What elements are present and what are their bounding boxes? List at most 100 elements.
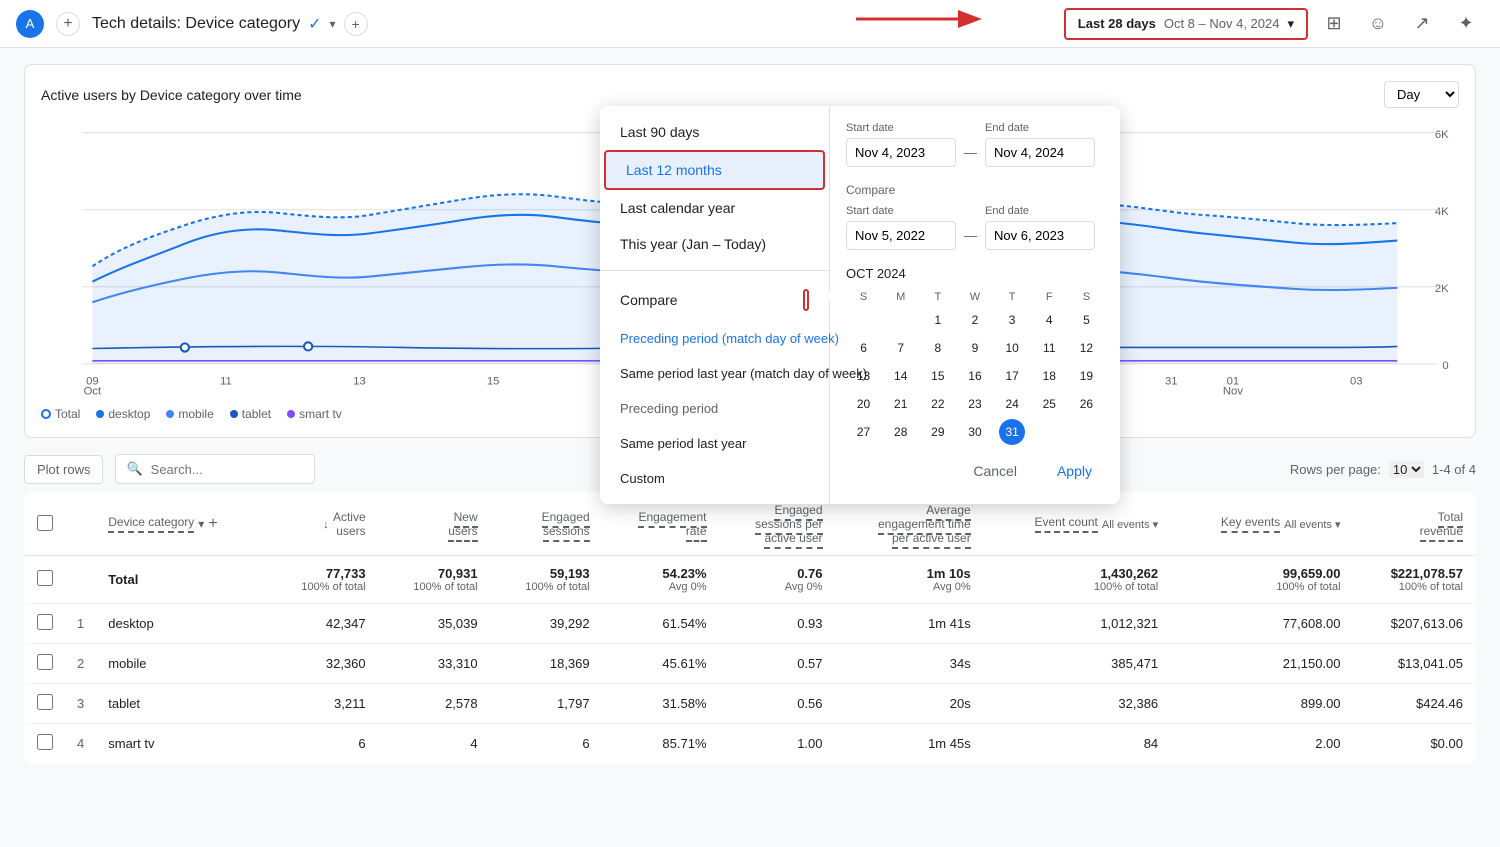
cal-day-21[interactable]: 21 (888, 391, 914, 417)
th-device-label: Device category (108, 515, 194, 533)
cal-header-sat: S (1069, 289, 1104, 305)
dropdown-compare-toggle[interactable]: Compare (600, 279, 829, 321)
r4-checkbox[interactable] (37, 734, 53, 750)
dropdown-this-year[interactable]: This year (Jan – Today) (600, 226, 829, 262)
dropdown-last-cal-year[interactable]: Last calendar year (600, 190, 829, 226)
r1-checkbox[interactable] (37, 614, 53, 630)
dropdown-same-period-match[interactable]: Same period last year (match day of week… (600, 356, 829, 391)
cal-day-26[interactable]: 26 (1073, 391, 1099, 417)
calendar-apply-button[interactable]: Apply (1045, 457, 1104, 485)
date-range-button[interactable]: Last 28 days Oct 8 – Nov 4, 2024 ▾ (1064, 8, 1308, 40)
page-title-text: Tech details: Device category (92, 15, 300, 33)
total-key-events-sub: 100% of total (1182, 581, 1340, 593)
th-device-dropdown-icon[interactable]: ▾ (198, 517, 204, 531)
plot-rows-button[interactable]: Plot rows (24, 455, 103, 484)
td-r2-avg: 34s (835, 644, 983, 684)
cal-day-7[interactable]: 7 (888, 335, 914, 361)
avatar: A (16, 10, 44, 38)
th-sort-icon[interactable]: ↓ (323, 517, 329, 531)
cal-day-11[interactable]: 11 (1036, 335, 1062, 361)
share-button[interactable]: ↗ (1404, 6, 1440, 42)
granularity-dropdown[interactable]: Day Week Month (1384, 81, 1459, 108)
calendar-cancel-button[interactable]: Cancel (961, 457, 1029, 485)
cal-day-20[interactable]: 20 (851, 391, 877, 417)
cal-day-3[interactable]: 3 (999, 307, 1025, 333)
chart-options-button[interactable]: ⊞ (1316, 6, 1352, 42)
dropdown-preceding-match[interactable]: Preceding period (match day of week) (600, 321, 829, 356)
compare-end-input[interactable] (985, 221, 1095, 250)
compare-start-input[interactable] (846, 221, 956, 250)
start-date-input[interactable] (846, 138, 956, 167)
td-total-events: 1,430,262 100% of total (983, 556, 1170, 604)
rows-per-page-select[interactable]: 10 25 50 (1389, 461, 1424, 478)
cal-day-15[interactable]: 15 (925, 363, 951, 389)
dropdown-preceding[interactable]: Preceding period (600, 391, 829, 426)
sparkle-button[interactable]: ✦ (1448, 6, 1484, 42)
total-checkbox[interactable] (37, 570, 53, 586)
data-table: Device category ▾ + ↓ Activeusers Newuse… (24, 492, 1476, 764)
cal-day-13[interactable]: 13 (851, 363, 877, 389)
td-total-label: Total (96, 556, 265, 604)
cal-day-9[interactable]: 9 (962, 335, 988, 361)
compare-start-label: Start date (846, 205, 956, 217)
cal-day-29[interactable]: 29 (925, 419, 951, 445)
total-key-events: 99,659.00 (1182, 566, 1340, 581)
r3-checkbox[interactable] (37, 694, 53, 710)
table-row: 4 smart tv 6 4 6 85.71% 1.00 1m 45s 84 2… (25, 724, 1476, 764)
cal-day-14[interactable]: 14 (888, 363, 914, 389)
cal-day-5[interactable]: 5 (1073, 307, 1099, 333)
th-checkbox (25, 493, 66, 556)
cal-day-17[interactable]: 17 (999, 363, 1025, 389)
cal-day-25[interactable]: 25 (1036, 391, 1062, 417)
dropdown-arrow-icon[interactable]: ▾ (330, 17, 336, 31)
th-event-count-filter[interactable]: All events ▾ (1102, 518, 1158, 531)
cal-day-2[interactable]: 2 (962, 307, 988, 333)
cal-day-12[interactable]: 12 (1073, 335, 1099, 361)
td-total-new: 70,931 100% of total (378, 556, 490, 604)
cal-day-24[interactable]: 24 (999, 391, 1025, 417)
end-date-input[interactable] (985, 138, 1095, 167)
legend-mobile-icon (166, 410, 174, 418)
table-row: 2 mobile 32,360 33,310 18,369 45.61% 0.5… (25, 644, 1476, 684)
cal-day-8[interactable]: 8 (925, 335, 951, 361)
pagination-label: 1-4 of 4 (1432, 462, 1476, 477)
cal-day-1[interactable]: 1 (925, 307, 951, 333)
cal-day-19[interactable]: 19 (1073, 363, 1099, 389)
cal-day-22[interactable]: 22 (925, 391, 951, 417)
cal-day-4[interactable]: 4 (1036, 307, 1062, 333)
td-r3-rate: 31.58% (602, 684, 719, 724)
header-actions: Last 28 days Oct 8 – Nov 4, 2024 ▾ ⊞ ☺ ↗… (976, 6, 1484, 42)
cal-day-10[interactable]: 10 (999, 335, 1025, 361)
td-r4-device: smart tv (96, 724, 265, 764)
face-icon-button[interactable]: ☺ (1360, 6, 1396, 42)
r2-checkbox[interactable] (37, 654, 53, 670)
cal-day-27[interactable]: 27 (851, 419, 877, 445)
dropdown-same-period[interactable]: Same period last year (600, 426, 829, 461)
chart-header: Active users by Device category over tim… (41, 81, 1459, 108)
cal-day-28[interactable]: 28 (888, 419, 914, 445)
dropdown-last-12[interactable]: Last 12 months (604, 150, 825, 190)
table-row: 3 tablet 3,211 2,578 1,797 31.58% 0.56 2… (25, 684, 1476, 724)
select-all-checkbox[interactable] (37, 515, 53, 531)
cal-day-31[interactable]: 31 (999, 419, 1025, 445)
cal-day-23[interactable]: 23 (962, 391, 988, 417)
cal-day-18[interactable]: 18 (1036, 363, 1062, 389)
total-sessions-per-user: 0.76 (731, 566, 823, 581)
cal-day-6[interactable]: 6 (851, 335, 877, 361)
dropdown-last-90[interactable]: Last 90 days (600, 114, 829, 150)
add-page-button[interactable]: + (344, 12, 368, 36)
search-input[interactable] (151, 462, 301, 477)
th-device-add-icon[interactable]: + (208, 515, 217, 533)
date-range-preset: Last 28 days (1078, 16, 1156, 31)
th-key-events-filter[interactable]: All events ▾ (1284, 518, 1340, 531)
cal-day-empty1 (851, 307, 877, 333)
svg-text:2K: 2K (1435, 283, 1449, 295)
dropdown-custom[interactable]: Custom (600, 461, 829, 496)
td-r1-spu: 0.93 (719, 604, 835, 644)
td-r3-key-events: 899.00 (1170, 684, 1352, 724)
td-r2-key-events: 21,150.00 (1170, 644, 1352, 684)
cal-day-16[interactable]: 16 (962, 363, 988, 389)
th-active-users-label: Activeusers (333, 510, 366, 538)
cal-day-30[interactable]: 30 (962, 419, 988, 445)
new-tab-button[interactable]: + (56, 12, 80, 36)
